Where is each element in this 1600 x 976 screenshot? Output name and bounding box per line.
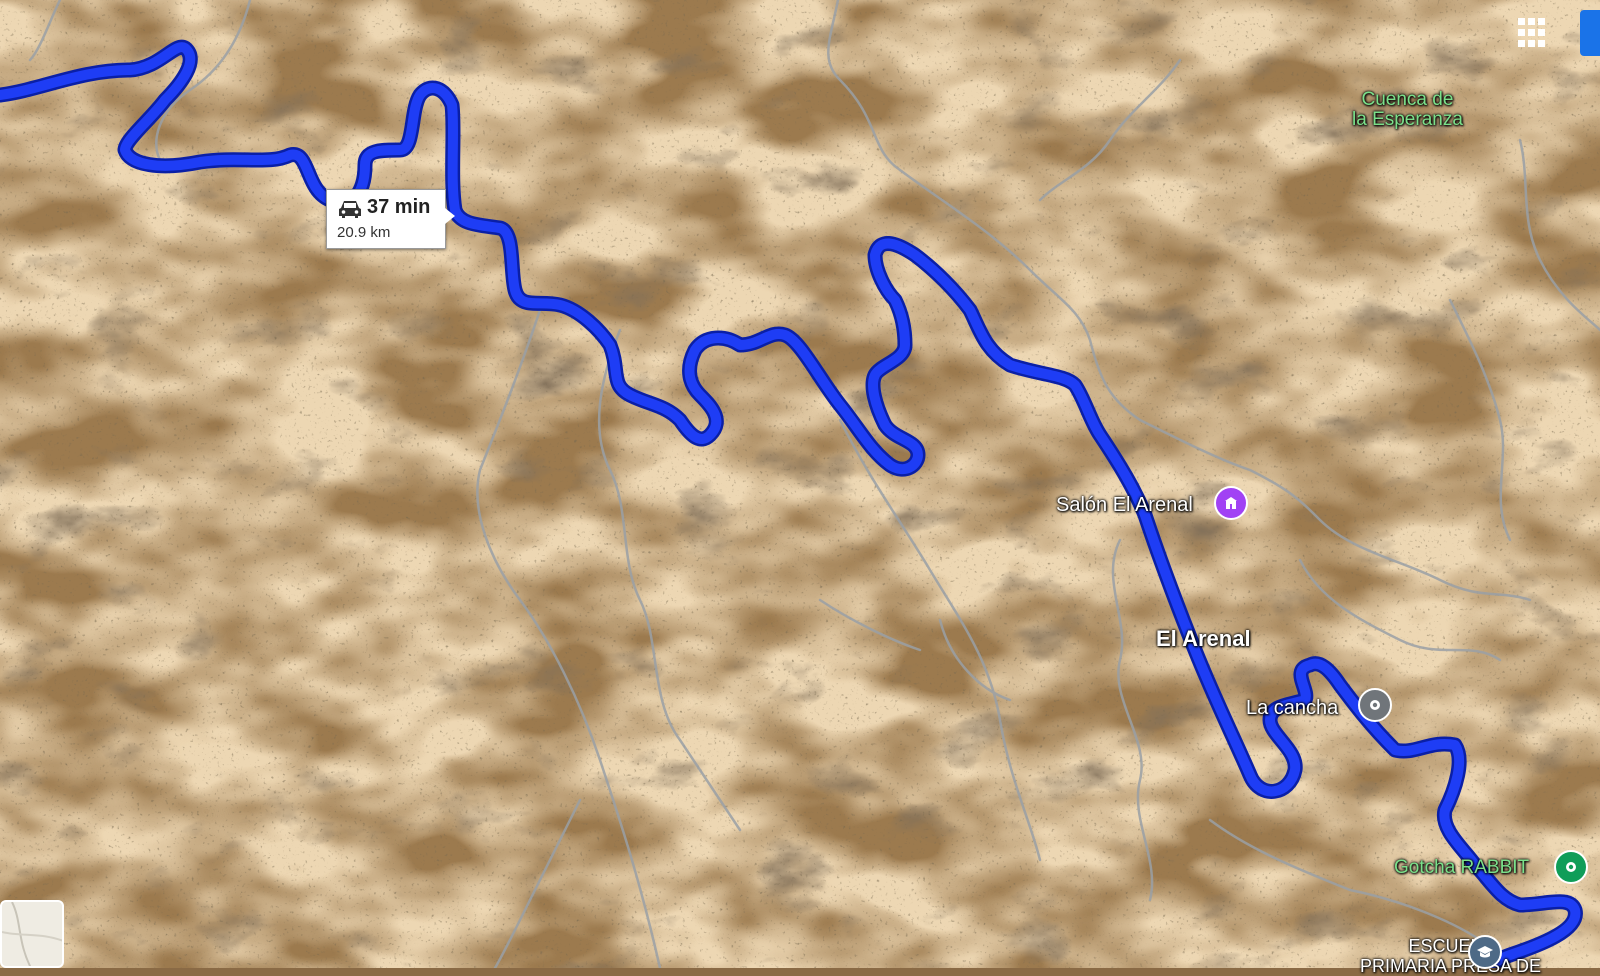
location-pin-icon[interactable] bbox=[1358, 688, 1392, 722]
escuela-line1: ESCUELA bbox=[1408, 936, 1493, 956]
escuela-line2: PRIMARIA PRESA DE bbox=[1360, 956, 1542, 976]
area-label-line1: Cuenca de bbox=[1361, 89, 1454, 110]
area-label-line2: la Esperanza bbox=[1352, 109, 1463, 130]
place-label-escuela[interactable]: ESCUELA PRIMARIA PRESA DE bbox=[1360, 936, 1541, 976]
satellite-map[interactable] bbox=[0, 0, 1600, 968]
school-icon[interactable] bbox=[1468, 935, 1502, 969]
event-venue-icon[interactable] bbox=[1214, 486, 1248, 520]
place-label-salon[interactable]: Salón El Arenal bbox=[1056, 494, 1193, 517]
apps-grid-icon[interactable] bbox=[1518, 18, 1548, 48]
map-thumbnail-icon bbox=[2, 902, 62, 966]
car-icon bbox=[339, 201, 361, 218]
place-pin-icon[interactable] bbox=[1554, 850, 1588, 884]
account-button[interactable] bbox=[1580, 10, 1600, 56]
route-distance: 20.9 km bbox=[337, 224, 391, 241]
place-label-gotcha[interactable]: Gotcha RABBIT bbox=[1394, 858, 1529, 878]
map-layer-toggle[interactable] bbox=[0, 900, 64, 968]
route-duration: 37 min bbox=[367, 196, 431, 218]
town-label[interactable]: El Arenal bbox=[1156, 626, 1251, 652]
route-info-callout[interactable]: 37 min 20.9 km bbox=[326, 189, 455, 249]
place-label-cancha[interactable]: La cancha bbox=[1246, 697, 1338, 720]
area-label-cuenca[interactable]: Cuenca de la Esperanza bbox=[1352, 90, 1463, 130]
